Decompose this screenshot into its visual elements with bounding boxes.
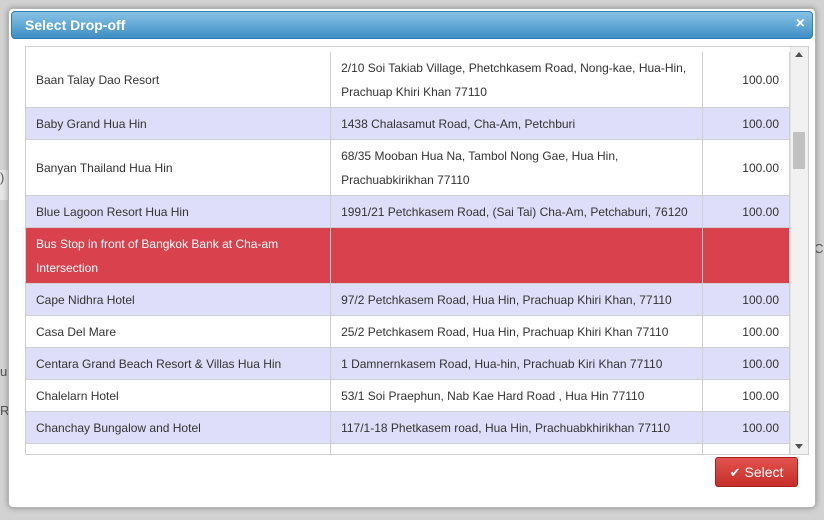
hotel-name: Baan Talay Dao Resort (36, 72, 160, 87)
dialog-titlebar[interactable]: Select Drop-off × (11, 11, 813, 39)
table-row[interactable]: Banyan Thailand Hua Hin 68/35 Mooban Hua … (26, 139, 790, 196)
price-cell: 100.00 (702, 195, 790, 228)
hotel-name-cell: Cape Nidhra Hotel (26, 283, 332, 316)
hotel-name: Intersection (36, 260, 99, 275)
address-line: 97/2 Petchkasem Road, Hua Hin, Prachuap … (341, 292, 672, 307)
select-dropoff-dialog: Select Drop-off × Baan Talay Dao Resort 2… (8, 8, 816, 508)
table-row[interactable]: Bus Stop in front of Bangkok Bank at Cha… (26, 227, 790, 284)
price-cell: 100.00 (702, 411, 790, 444)
hotel-name-cell: Chanchay Bungalow and Hotel (26, 411, 332, 444)
hotel-name-cell: Baby Grand Hua Hin (26, 107, 332, 140)
hotel-name: Casa Del Mare (36, 324, 117, 339)
price-cell: 100.00 (702, 283, 790, 316)
hotel-name-cell: Blue Lagoon Resort Hua Hin (26, 195, 332, 228)
address-cell: 1438 Chalasamut Road, Cha-Am, Petchburi (330, 107, 704, 140)
price-cell: 100.00 (702, 315, 790, 348)
dialog-title: Select Drop-off (25, 17, 126, 33)
background-text: ) (0, 170, 5, 185)
hotel-name: Bus Stop in front of Bangkok Bank at Cha… (36, 236, 279, 251)
table-row[interactable]: Baby Grand Hua Hin 1438 Chalasamut Road, … (26, 107, 790, 140)
price-cell: 100.00 (702, 52, 790, 108)
table-row[interactable]: Baan Talay Dao Resort 2/10 Soi Takiab Vil… (26, 52, 790, 108)
scroll-up-icon[interactable] (795, 52, 803, 57)
hotel-name: Cape Nidhra Hotel (36, 292, 135, 307)
vertical-scrollbar[interactable] (790, 47, 808, 454)
address-line: Prachuabkirikhan 77110 (341, 172, 470, 187)
hotel-name-cell: Banyan Thailand Hua Hin (26, 139, 332, 196)
address-cell: 1 Damnernkasem Road, Hua-hin, Prachuab K… (330, 347, 704, 380)
hotel-name-cell: Bus Stop in front of Bangkok Bank at Cha… (26, 227, 332, 284)
hotel-name: Centara Grand Beach Resort & Villas Hua … (36, 356, 282, 371)
hotel-name: Baby Grand Hua Hin (36, 116, 147, 131)
address-cell: 1991/21 Petchkasem Road, (Sai Tai) Cha-A… (330, 195, 704, 228)
table-row[interactable]: Chalelarn Hotel 53/1 Soi Praephun, Nab Ka… (26, 379, 790, 412)
address-cell: 25/2 Petchkasem Road, Hua Hin, Prachuap … (330, 315, 704, 348)
address-cell: 2/10 Soi Takiab Village, Phetchkasem Roa… (330, 52, 704, 108)
address-line: 1 Damnernkasem Road, Hua-hin, Prachuab K… (341, 356, 663, 371)
table-row[interactable]: Centara Grand Beach Resort & Villas Hua … (26, 347, 790, 380)
hotel-name-cell: Baan Talay Dao Resort (26, 52, 332, 108)
hotel-name: Chanchay Bungalow and Hotel (36, 420, 201, 435)
hotel-name: Chalelarn Hotel (36, 388, 119, 403)
price-cell (702, 227, 790, 284)
address-line: 25/2 Petchkasem Road, Hua Hin, Prachuap … (341, 324, 669, 339)
hotel-name: Banyan Thailand Hua Hin (36, 160, 173, 175)
hotel-name: Blue Lagoon Resort Hua Hin (36, 204, 189, 219)
hotel-name-cell: Centara Grand Beach Resort & Villas Hua … (26, 347, 332, 380)
dropoff-list[interactable]: Baan Talay Dao Resort 2/10 Soi Takiab Vil… (25, 46, 809, 455)
address-cell: 53/1 Soi Praephun, Nab Kae Hard Road , H… (330, 379, 704, 412)
price-cell: 100.00 (702, 443, 790, 454)
address-line: 1991/21 Petchkasem Road, (Sai Tai) Cha-A… (341, 204, 688, 219)
address-line: 117/1-18 Phetkasem road, Hua Hin, Prachu… (341, 420, 671, 435)
address-cell: 73/4 Petchkasem Road, Hua Hin, Prachuab … (330, 443, 704, 455)
hotel-name-cell: Chiva-som (26, 443, 332, 455)
hotel-name: Chiva-som (36, 448, 320, 455)
scrollbar-thumb[interactable] (793, 132, 805, 169)
table-row[interactable]: Chiva-som 73/4 Petchkasem Road, Hua Hin, … (26, 443, 790, 455)
table-row[interactable]: Casa Del Mare 25/2 Petchkasem Road, Hua H… (26, 315, 790, 348)
address-line: 73/4 Petchkasem Road, Hua Hin, Prachuab … (341, 448, 692, 455)
address-cell: 117/1-18 Phetkasem road, Hua Hin, Prachu… (330, 411, 704, 444)
address-line: Prachuap Khiri Khan 77110 (341, 84, 487, 99)
background-text: u (0, 364, 8, 379)
price-cell: 100.00 (702, 379, 790, 412)
hotel-name-cell: Casa Del Mare (26, 315, 332, 348)
select-button[interactable]: ✔ Select (715, 457, 798, 487)
address-line: 53/1 Soi Praephun, Nab Kae Hard Road , H… (341, 388, 645, 403)
table-row[interactable]: Chanchay Bungalow and Hotel 117/1-18 Phet… (26, 411, 790, 444)
table-row[interactable]: Blue Lagoon Resort Hua Hin 1991/21 Petchk… (26, 195, 790, 228)
check-icon: ✔ (729, 465, 741, 480)
select-button-label: Select (744, 464, 784, 480)
address-line: 1438 Chalasamut Road, Cha-Am, Petchburi (341, 116, 576, 131)
scroll-down-icon[interactable] (795, 444, 803, 449)
dropoff-table: Baan Talay Dao Resort 2/10 Soi Takiab Vil… (26, 52, 790, 455)
address-cell: 68/35 Mooban Hua Na, Tambol Nong Gae, Hu… (330, 139, 704, 196)
table-row[interactable]: Cape Nidhra Hotel 97/2 Petchkasem Road, H… (26, 283, 790, 316)
close-icon[interactable]: × (796, 15, 805, 33)
address-line: 68/35 Mooban Hua Na, Tambol Nong Gae, Hu… (341, 148, 619, 163)
price-cell: 100.00 (702, 107, 790, 140)
address-cell (330, 227, 704, 284)
address-line: 2/10 Soi Takiab Village, Phetchkasem Roa… (341, 60, 687, 75)
price-cell: 100.00 (702, 139, 790, 196)
address-cell: 97/2 Petchkasem Road, Hua Hin, Prachuap … (330, 283, 704, 316)
hotel-name-cell: Chalelarn Hotel (26, 379, 332, 412)
price-cell: 100.00 (702, 347, 790, 380)
